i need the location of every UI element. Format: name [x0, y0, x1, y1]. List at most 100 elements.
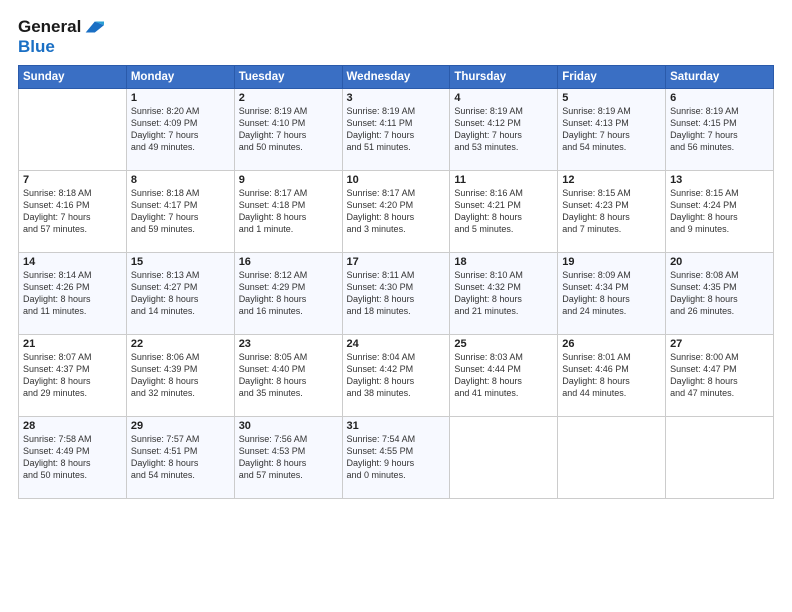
day-number: 22	[131, 338, 230, 350]
day-info: Sunrise: 8:15 AM Sunset: 4:23 PM Dayligh…	[562, 187, 661, 236]
day-info: Sunrise: 8:20 AM Sunset: 4:09 PM Dayligh…	[131, 105, 230, 154]
day-number: 19	[562, 256, 661, 268]
col-header-saturday: Saturday	[666, 65, 774, 88]
day-cell: 30Sunrise: 7:56 AM Sunset: 4:53 PM Dayli…	[234, 416, 342, 498]
col-header-thursday: Thursday	[450, 65, 558, 88]
day-info: Sunrise: 7:58 AM Sunset: 4:49 PM Dayligh…	[23, 433, 122, 482]
day-cell: 25Sunrise: 8:03 AM Sunset: 4:44 PM Dayli…	[450, 334, 558, 416]
day-info: Sunrise: 8:19 AM Sunset: 4:13 PM Dayligh…	[562, 105, 661, 154]
day-cell: 9Sunrise: 8:17 AM Sunset: 4:18 PM Daylig…	[234, 170, 342, 252]
day-cell: 11Sunrise: 8:16 AM Sunset: 4:21 PM Dayli…	[450, 170, 558, 252]
day-number: 13	[670, 174, 769, 186]
day-number: 17	[347, 256, 446, 268]
day-cell: 2Sunrise: 8:19 AM Sunset: 4:10 PM Daylig…	[234, 88, 342, 170]
day-info: Sunrise: 8:09 AM Sunset: 4:34 PM Dayligh…	[562, 269, 661, 318]
col-header-sunday: Sunday	[19, 65, 127, 88]
day-cell	[558, 416, 666, 498]
day-info: Sunrise: 8:06 AM Sunset: 4:39 PM Dayligh…	[131, 351, 230, 400]
day-number: 3	[347, 92, 446, 104]
day-info: Sunrise: 8:19 AM Sunset: 4:15 PM Dayligh…	[670, 105, 769, 154]
day-cell: 27Sunrise: 8:00 AM Sunset: 4:47 PM Dayli…	[666, 334, 774, 416]
col-header-monday: Monday	[126, 65, 234, 88]
day-info: Sunrise: 8:08 AM Sunset: 4:35 PM Dayligh…	[670, 269, 769, 318]
week-row-5: 28Sunrise: 7:58 AM Sunset: 4:49 PM Dayli…	[19, 416, 774, 498]
day-info: Sunrise: 8:05 AM Sunset: 4:40 PM Dayligh…	[239, 351, 338, 400]
day-info: Sunrise: 8:19 AM Sunset: 4:10 PM Dayligh…	[239, 105, 338, 154]
day-cell	[666, 416, 774, 498]
day-cell: 26Sunrise: 8:01 AM Sunset: 4:46 PM Dayli…	[558, 334, 666, 416]
day-cell: 15Sunrise: 8:13 AM Sunset: 4:27 PM Dayli…	[126, 252, 234, 334]
day-cell: 17Sunrise: 8:11 AM Sunset: 4:30 PM Dayli…	[342, 252, 450, 334]
day-number: 8	[131, 174, 230, 186]
day-number: 6	[670, 92, 769, 104]
calendar-table: SundayMondayTuesdayWednesdayThursdayFrid…	[18, 65, 774, 499]
day-info: Sunrise: 8:10 AM Sunset: 4:32 PM Dayligh…	[454, 269, 553, 318]
day-number: 11	[454, 174, 553, 186]
day-info: Sunrise: 8:03 AM Sunset: 4:44 PM Dayligh…	[454, 351, 553, 400]
day-info: Sunrise: 8:11 AM Sunset: 4:30 PM Dayligh…	[347, 269, 446, 318]
day-cell: 24Sunrise: 8:04 AM Sunset: 4:42 PM Dayli…	[342, 334, 450, 416]
day-info: Sunrise: 8:16 AM Sunset: 4:21 PM Dayligh…	[454, 187, 553, 236]
day-number: 23	[239, 338, 338, 350]
day-info: Sunrise: 8:01 AM Sunset: 4:46 PM Dayligh…	[562, 351, 661, 400]
day-info: Sunrise: 8:18 AM Sunset: 4:17 PM Dayligh…	[131, 187, 230, 236]
day-cell	[450, 416, 558, 498]
day-cell: 8Sunrise: 8:18 AM Sunset: 4:17 PM Daylig…	[126, 170, 234, 252]
day-cell: 29Sunrise: 7:57 AM Sunset: 4:51 PM Dayli…	[126, 416, 234, 498]
col-header-tuesday: Tuesday	[234, 65, 342, 88]
week-row-4: 21Sunrise: 8:07 AM Sunset: 4:37 PM Dayli…	[19, 334, 774, 416]
day-number: 20	[670, 256, 769, 268]
day-cell: 20Sunrise: 8:08 AM Sunset: 4:35 PM Dayli…	[666, 252, 774, 334]
day-number: 21	[23, 338, 122, 350]
day-number: 29	[131, 420, 230, 432]
col-header-friday: Friday	[558, 65, 666, 88]
day-cell: 19Sunrise: 8:09 AM Sunset: 4:34 PM Dayli…	[558, 252, 666, 334]
day-cell: 4Sunrise: 8:19 AM Sunset: 4:12 PM Daylig…	[450, 88, 558, 170]
day-info: Sunrise: 8:13 AM Sunset: 4:27 PM Dayligh…	[131, 269, 230, 318]
day-info: Sunrise: 8:00 AM Sunset: 4:47 PM Dayligh…	[670, 351, 769, 400]
day-cell: 22Sunrise: 8:06 AM Sunset: 4:39 PM Dayli…	[126, 334, 234, 416]
day-number: 7	[23, 174, 122, 186]
day-info: Sunrise: 8:18 AM Sunset: 4:16 PM Dayligh…	[23, 187, 122, 236]
day-number: 12	[562, 174, 661, 186]
day-cell: 14Sunrise: 8:14 AM Sunset: 4:26 PM Dayli…	[19, 252, 127, 334]
day-info: Sunrise: 8:19 AM Sunset: 4:12 PM Dayligh…	[454, 105, 553, 154]
header: General Blue	[18, 16, 774, 57]
day-cell: 3Sunrise: 8:19 AM Sunset: 4:11 PM Daylig…	[342, 88, 450, 170]
day-number: 18	[454, 256, 553, 268]
day-cell: 1Sunrise: 8:20 AM Sunset: 4:09 PM Daylig…	[126, 88, 234, 170]
day-number: 28	[23, 420, 122, 432]
day-number: 4	[454, 92, 553, 104]
day-number: 25	[454, 338, 553, 350]
day-number: 27	[670, 338, 769, 350]
day-info: Sunrise: 8:19 AM Sunset: 4:11 PM Dayligh…	[347, 105, 446, 154]
day-cell: 28Sunrise: 7:58 AM Sunset: 4:49 PM Dayli…	[19, 416, 127, 498]
day-number: 5	[562, 92, 661, 104]
day-info: Sunrise: 8:17 AM Sunset: 4:18 PM Dayligh…	[239, 187, 338, 236]
day-info: Sunrise: 7:56 AM Sunset: 4:53 PM Dayligh…	[239, 433, 338, 482]
day-number: 15	[131, 256, 230, 268]
day-info: Sunrise: 8:04 AM Sunset: 4:42 PM Dayligh…	[347, 351, 446, 400]
day-cell: 23Sunrise: 8:05 AM Sunset: 4:40 PM Dayli…	[234, 334, 342, 416]
week-row-2: 7Sunrise: 8:18 AM Sunset: 4:16 PM Daylig…	[19, 170, 774, 252]
logo-text-general: General	[18, 18, 81, 37]
day-number: 2	[239, 92, 338, 104]
day-info: Sunrise: 8:12 AM Sunset: 4:29 PM Dayligh…	[239, 269, 338, 318]
day-number: 26	[562, 338, 661, 350]
day-cell: 10Sunrise: 8:17 AM Sunset: 4:20 PM Dayli…	[342, 170, 450, 252]
logo-icon	[82, 16, 104, 38]
day-info: Sunrise: 8:17 AM Sunset: 4:20 PM Dayligh…	[347, 187, 446, 236]
logo-text-blue: Blue	[18, 38, 55, 57]
day-cell: 5Sunrise: 8:19 AM Sunset: 4:13 PM Daylig…	[558, 88, 666, 170]
col-header-wednesday: Wednesday	[342, 65, 450, 88]
day-cell: 16Sunrise: 8:12 AM Sunset: 4:29 PM Dayli…	[234, 252, 342, 334]
day-cell	[19, 88, 127, 170]
day-number: 30	[239, 420, 338, 432]
day-cell: 12Sunrise: 8:15 AM Sunset: 4:23 PM Dayli…	[558, 170, 666, 252]
logo: General Blue	[18, 16, 104, 57]
day-info: Sunrise: 7:54 AM Sunset: 4:55 PM Dayligh…	[347, 433, 446, 482]
day-cell: 21Sunrise: 8:07 AM Sunset: 4:37 PM Dayli…	[19, 334, 127, 416]
day-number: 9	[239, 174, 338, 186]
day-info: Sunrise: 8:07 AM Sunset: 4:37 PM Dayligh…	[23, 351, 122, 400]
calendar-page: General Blue SundayMondayTuesdayWednesda…	[0, 0, 792, 612]
